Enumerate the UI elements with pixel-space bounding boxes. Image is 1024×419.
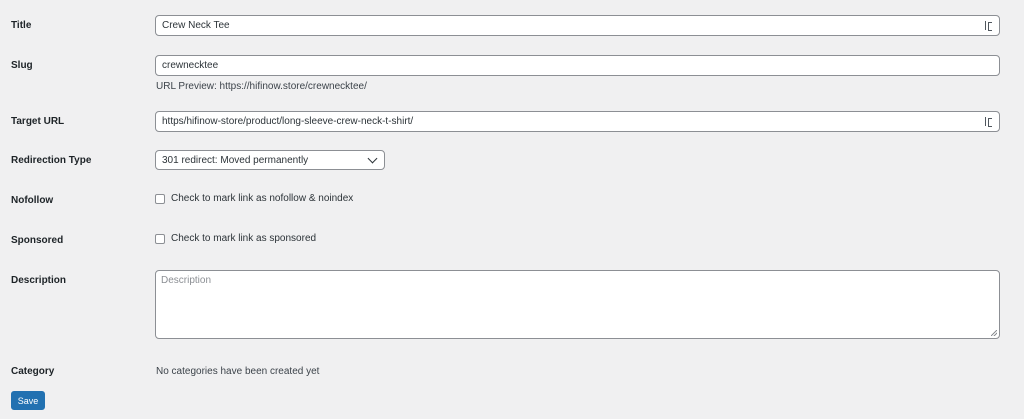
sponsored-checkbox-label[interactable]: Check to mark link as sponsored	[171, 233, 316, 244]
slug-input[interactable]: crewnecktee	[155, 55, 1000, 76]
redirection-type-select[interactable]: 301 redirect: Moved permanently	[155, 150, 385, 170]
sponsored-checkbox[interactable]	[155, 233, 165, 244]
slug-label: Slug	[11, 60, 33, 71]
title-value: Crew Neck Tee	[162, 20, 230, 31]
resize-handle-icon[interactable]	[991, 330, 997, 336]
redirection-type-label: Redirection Type	[11, 155, 92, 166]
title-input[interactable]: Crew Neck Tee	[155, 15, 1000, 36]
slug-value: crewnecktee	[162, 60, 219, 71]
description-label: Description	[11, 275, 67, 286]
save-button[interactable]: Save	[11, 391, 45, 410]
url-preview-value: https://hifinow.store/crewnecktee/	[219, 81, 367, 92]
description-placeholder: Description	[161, 275, 212, 286]
target-url-value: https/hifinow-store/product/long-sleeve-…	[162, 116, 414, 127]
url-preview-label: URL Preview:	[156, 81, 217, 92]
title-label: Title	[11, 20, 32, 31]
nofollow-label: Nofollow	[11, 195, 54, 206]
text-direction-icon[interactable]	[984, 20, 993, 31]
nofollow-checkbox[interactable]	[155, 193, 165, 204]
chevron-down-icon	[367, 153, 378, 163]
category-empty-text: No categories have been created yet	[156, 366, 320, 377]
nofollow-checkbox-label[interactable]: Check to mark link as nofollow & noindex	[171, 193, 353, 204]
text-direction-icon[interactable]	[984, 116, 993, 127]
sponsored-label: Sponsored	[11, 235, 64, 246]
sponsored-row[interactable]: Check to mark link as sponsored	[155, 233, 316, 244]
url-preview: URL Preview: https://hifinow.store/crewn…	[156, 81, 367, 92]
category-label: Category	[11, 366, 55, 377]
target-url-label: Target URL	[11, 116, 65, 127]
nofollow-row[interactable]: Check to mark link as nofollow & noindex	[155, 193, 353, 204]
description-textarea[interactable]: Description	[155, 270, 1000, 339]
redirection-type-value: 301 redirect: Moved permanently	[162, 154, 309, 166]
target-url-input[interactable]: https/hifinow-store/product/long-sleeve-…	[155, 111, 1000, 132]
